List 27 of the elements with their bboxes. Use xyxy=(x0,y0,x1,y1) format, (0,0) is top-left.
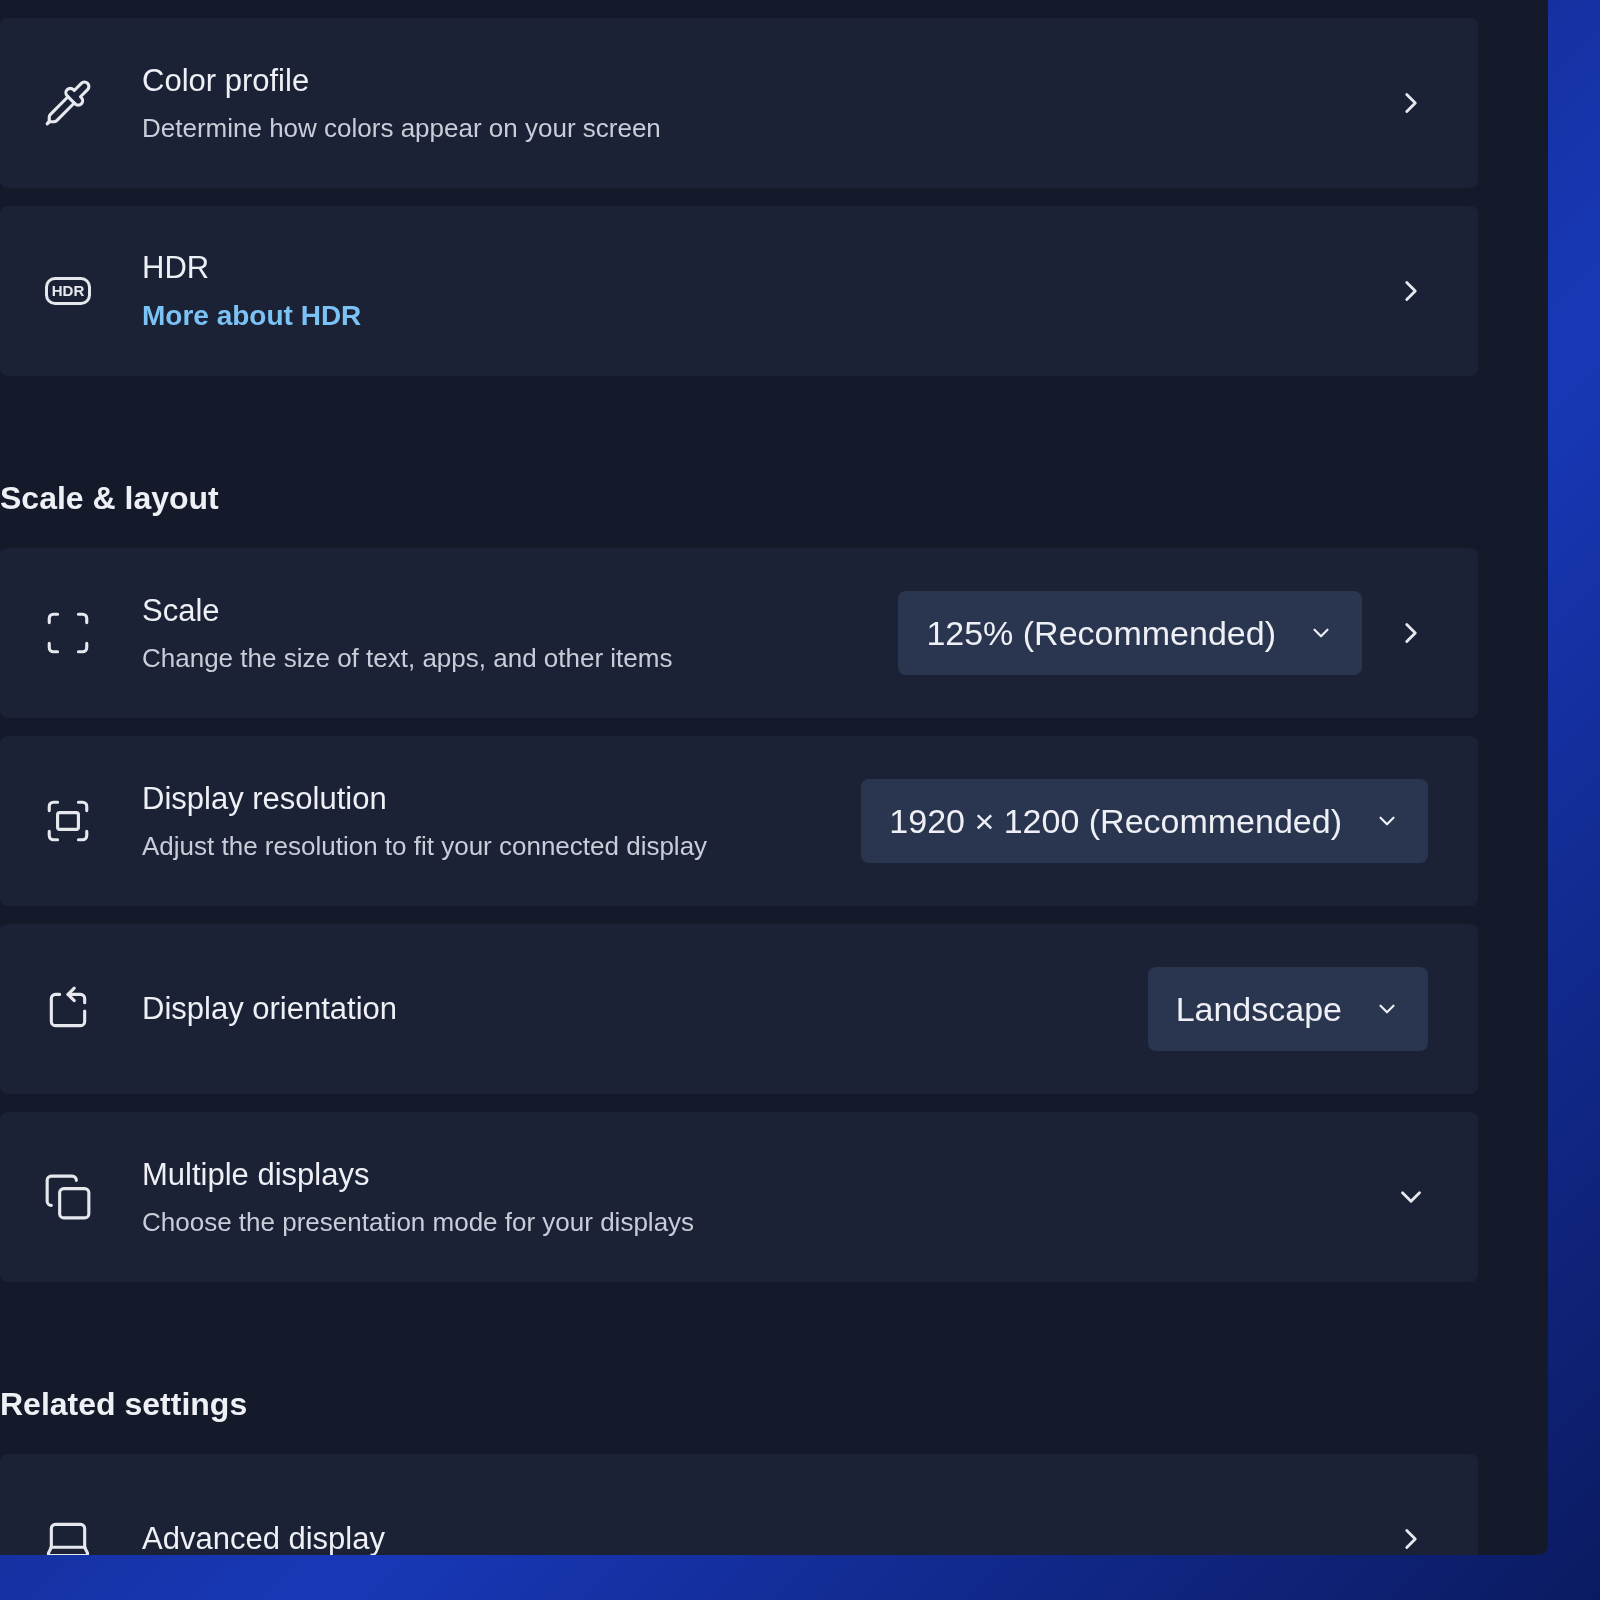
hdr-icon: HDR xyxy=(44,277,92,305)
setting-title: HDR xyxy=(142,248,211,287)
setting-title: Multiple displays xyxy=(142,1156,371,1195)
pipette-icon xyxy=(43,78,93,128)
section-heading: Scale & layout xyxy=(0,479,220,518)
setting-description: Change the size of text, apps, and other items xyxy=(142,641,674,675)
setting-title: Scale xyxy=(142,592,221,631)
settings-card[interactable]: Color profile Determine how colors appear on your screen xyxy=(0,18,1478,188)
setting-title: Advanced display xyxy=(142,1519,386,1555)
setting-title: Display orientation xyxy=(142,989,399,1028)
setting-description: Adjust the resolution to fit your connected display xyxy=(142,829,709,863)
dropdown[interactable]: Landscape xyxy=(1147,967,1428,1051)
section-heading: Related settings xyxy=(0,1385,249,1424)
more-about-link[interactable]: More about HDR xyxy=(142,295,1346,338)
settings-card[interactable]: Scale Change the size of text, apps, and other items 125% (Recommended) xyxy=(0,548,1478,718)
setting-title: Color profile xyxy=(142,62,311,101)
setting-description: Choose the presentation mode for your displays xyxy=(142,1205,696,1239)
settings-card[interactable]: Display orientation Landscape xyxy=(0,924,1478,1094)
settings-card[interactable]: Advanced display xyxy=(0,1454,1478,1555)
settings-card[interactable]: Multiple displays Choose the presentation mode for your displays xyxy=(0,1112,1478,1282)
settings-card[interactable]: Display resolution Adjust the resolution to fit your connected display 1920 × 1200 (Recommended) xyxy=(0,736,1478,906)
setting-title: Display resolution xyxy=(142,780,388,819)
settings-card[interactable]: HDR HDR More about HDR xyxy=(0,206,1478,376)
setting-description: Determine how colors appear on your screen xyxy=(142,111,662,145)
dropdown[interactable]: 1920 × 1200 (Recommended) xyxy=(861,779,1428,863)
multiple-screens-icon xyxy=(43,1172,93,1222)
dropdown[interactable]: 125% (Recommended) xyxy=(898,591,1362,675)
